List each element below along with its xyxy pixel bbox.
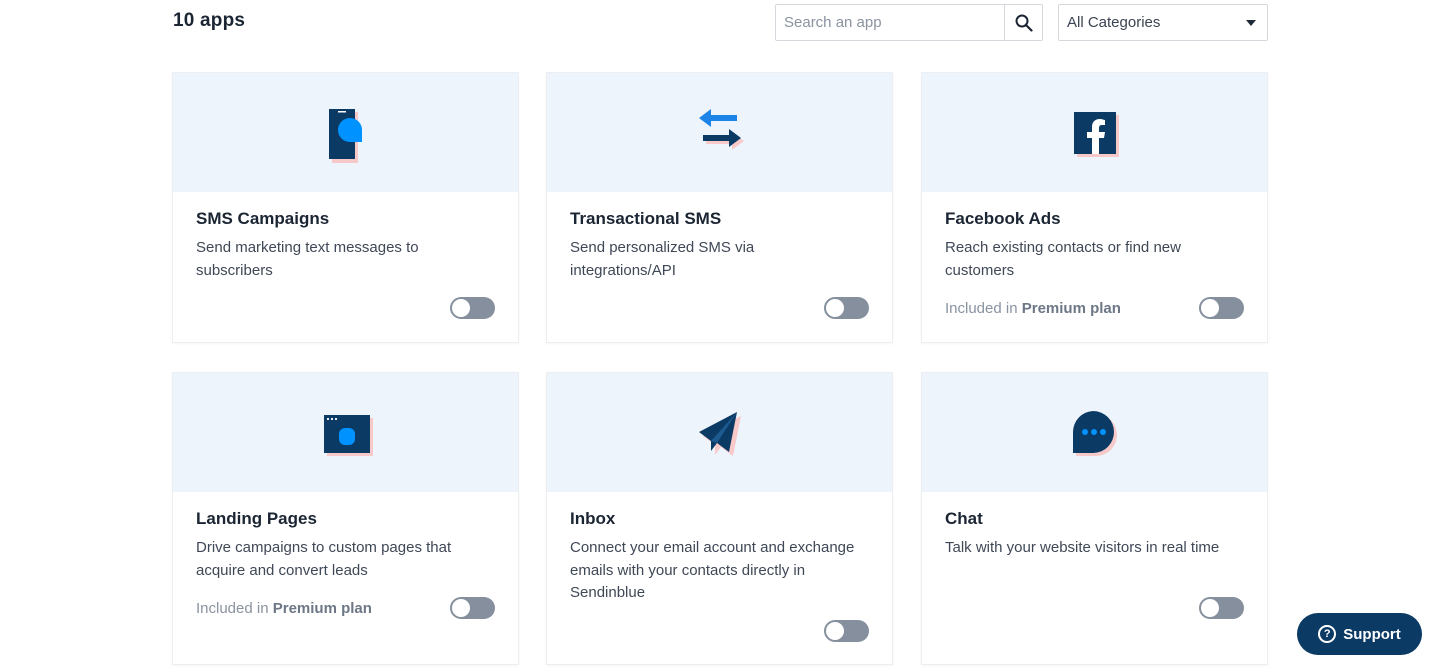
card-description: Send personalized SMS via integrations/A… xyxy=(570,239,755,279)
card-description: Connect your email account and exchange … xyxy=(570,539,855,601)
app-card-landing-pages: Landing Pages Drive campaigns to custom … xyxy=(172,372,519,665)
chat-bubble-icon xyxy=(1072,410,1117,456)
app-toggle[interactable] xyxy=(824,297,869,319)
plan-requirement: Included in Premium plan xyxy=(196,600,372,617)
card-body: Facebook Ads Reach existing contacts or … xyxy=(922,209,1267,282)
card-body: Transactional SMS Send personalized SMS … xyxy=(547,209,892,282)
category-select[interactable]: All Categories xyxy=(1058,4,1268,41)
card-hero xyxy=(173,373,518,492)
card-hero xyxy=(547,373,892,492)
card-title: SMS Campaigns xyxy=(196,209,330,228)
card-title: Chat xyxy=(945,509,983,528)
card-description: Drive campaigns to custom pages that acq… xyxy=(196,539,452,579)
browser-window-icon xyxy=(323,414,373,456)
caret-down-icon xyxy=(1246,20,1256,26)
apps-toolbar: 10 apps All Categories xyxy=(0,0,1440,50)
app-search xyxy=(775,4,1043,41)
card-title: Inbox xyxy=(570,509,616,528)
app-count: 10 apps xyxy=(173,10,246,31)
app-toggle[interactable] xyxy=(450,297,495,319)
card-title: Landing Pages xyxy=(196,509,317,528)
app-card-chat: Chat Talk with your website visitors in … xyxy=(921,372,1268,665)
card-body: Inbox Connect your email account and exc… xyxy=(547,509,892,605)
plan-name: Premium plan xyxy=(1021,300,1121,317)
card-description: Send marketing text messages to subscrib… xyxy=(196,239,419,279)
card-hero xyxy=(173,73,518,192)
card-description: Reach existing contacts or find new cust… xyxy=(945,239,1181,279)
search-input[interactable] xyxy=(776,5,1004,40)
app-card-inbox: Inbox Connect your email account and exc… xyxy=(546,372,893,665)
category-select-value: All Categories xyxy=(1067,14,1161,31)
app-toggle[interactable] xyxy=(1199,597,1244,619)
app-toggle[interactable] xyxy=(824,620,869,642)
paper-plane-icon xyxy=(698,411,741,456)
plan-prefix: Included in xyxy=(196,600,273,617)
app-card-transactional-sms: Transactional SMS Send personalized SMS … xyxy=(546,72,893,343)
support-button[interactable]: ? Support xyxy=(1297,613,1422,655)
transfer-arrows-icon xyxy=(698,108,744,150)
support-label: Support xyxy=(1343,625,1401,643)
plan-prefix: Included in xyxy=(945,300,1022,317)
card-body: SMS Campaigns Send marketing text messag… xyxy=(173,209,518,282)
card-body: Landing Pages Drive campaigns to custom … xyxy=(173,509,518,582)
app-toggle[interactable] xyxy=(450,597,495,619)
app-card-sms-campaigns: SMS Campaigns Send marketing text messag… xyxy=(172,72,519,343)
help-icon: ? xyxy=(1318,625,1337,643)
card-description: Talk with your website visitors in real … xyxy=(945,539,1220,556)
app-card-facebook-ads: Facebook Ads Reach existing contacts or … xyxy=(921,72,1268,343)
card-hero xyxy=(547,73,892,192)
search-icon xyxy=(1015,14,1033,32)
search-button[interactable] xyxy=(1004,5,1042,40)
card-body: Chat Talk with your website visitors in … xyxy=(922,509,1267,560)
plan-requirement: Included in Premium plan xyxy=(945,300,1121,317)
facebook-icon xyxy=(1073,111,1119,157)
card-title: Transactional SMS xyxy=(570,209,722,228)
sms-phone-icon xyxy=(328,108,362,163)
app-toggle[interactable] xyxy=(1199,297,1244,319)
plan-name: Premium plan xyxy=(272,600,372,617)
card-hero xyxy=(922,373,1267,492)
card-title: Facebook Ads xyxy=(945,209,1061,228)
card-hero xyxy=(922,73,1267,192)
